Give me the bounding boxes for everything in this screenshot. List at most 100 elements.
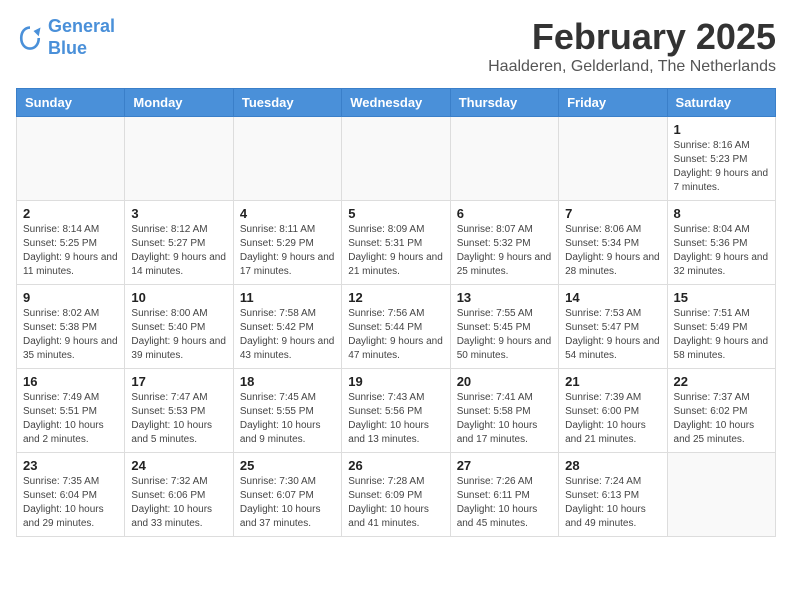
day-info: Sunrise: 7:37 AM Sunset: 6:02 PM Dayligh… — [674, 391, 769, 447]
logo-line2: Blue — [48, 38, 115, 60]
calendar-cell: 20 Sunrise: 7:41 AM Sunset: 5:58 PM Dayli… — [450, 369, 558, 453]
day-number: 11 — [240, 290, 335, 305]
day-number: 23 — [23, 458, 118, 473]
day-number: 4 — [240, 206, 335, 221]
day-number: 22 — [674, 374, 769, 389]
day-number: 5 — [348, 206, 443, 221]
day-number: 28 — [565, 458, 660, 473]
calendar-cell: 7 Sunrise: 8:06 AM Sunset: 5:34 PM Daylig… — [559, 201, 667, 285]
day-number: 10 — [131, 290, 226, 305]
calendar-cell: 5 Sunrise: 8:09 AM Sunset: 5:31 PM Daylig… — [342, 201, 450, 285]
logo: General Blue — [16, 16, 115, 59]
calendar-cell: 19 Sunrise: 7:43 AM Sunset: 5:56 PM Dayli… — [342, 369, 450, 453]
day-info: Sunrise: 7:53 AM Sunset: 5:47 PM Dayligh… — [565, 307, 660, 363]
day-info: Sunrise: 8:07 AM Sunset: 5:32 PM Dayligh… — [457, 223, 552, 279]
month-title: February 2025 — [488, 16, 776, 58]
calendar-cell: 22 Sunrise: 7:37 AM Sunset: 6:02 PM Dayli… — [667, 369, 775, 453]
weekday-header-saturday: Saturday — [667, 89, 775, 117]
day-info: Sunrise: 7:30 AM Sunset: 6:07 PM Dayligh… — [240, 475, 335, 531]
day-number: 18 — [240, 374, 335, 389]
title-block: February 2025 Haalderen, Gelderland, The… — [488, 16, 776, 76]
calendar-cell: 13 Sunrise: 7:55 AM Sunset: 5:45 PM Dayli… — [450, 285, 558, 369]
day-number: 16 — [23, 374, 118, 389]
calendar-cell — [559, 117, 667, 201]
day-info: Sunrise: 7:49 AM Sunset: 5:51 PM Dayligh… — [23, 391, 118, 447]
calendar-row-3: 9 Sunrise: 8:02 AM Sunset: 5:38 PM Daylig… — [17, 285, 776, 369]
calendar-cell: 23 Sunrise: 7:35 AM Sunset: 6:04 PM Dayli… — [17, 453, 125, 537]
calendar-cell: 18 Sunrise: 7:45 AM Sunset: 5:55 PM Dayli… — [233, 369, 341, 453]
day-number: 9 — [23, 290, 118, 305]
day-number: 20 — [457, 374, 552, 389]
day-info: Sunrise: 7:43 AM Sunset: 5:56 PM Dayligh… — [348, 391, 443, 447]
weekday-header-tuesday: Tuesday — [233, 89, 341, 117]
day-info: Sunrise: 7:58 AM Sunset: 5:42 PM Dayligh… — [240, 307, 335, 363]
calendar-cell — [450, 117, 558, 201]
day-number: 2 — [23, 206, 118, 221]
calendar-row-2: 2 Sunrise: 8:14 AM Sunset: 5:25 PM Daylig… — [17, 201, 776, 285]
calendar-cell: 11 Sunrise: 7:58 AM Sunset: 5:42 PM Dayli… — [233, 285, 341, 369]
day-info: Sunrise: 8:04 AM Sunset: 5:36 PM Dayligh… — [674, 223, 769, 279]
calendar-cell: 3 Sunrise: 8:12 AM Sunset: 5:27 PM Daylig… — [125, 201, 233, 285]
day-info: Sunrise: 8:06 AM Sunset: 5:34 PM Dayligh… — [565, 223, 660, 279]
calendar-cell: 9 Sunrise: 8:02 AM Sunset: 5:38 PM Daylig… — [17, 285, 125, 369]
weekday-header-thursday: Thursday — [450, 89, 558, 117]
day-number: 26 — [348, 458, 443, 473]
calendar-cell: 2 Sunrise: 8:14 AM Sunset: 5:25 PM Daylig… — [17, 201, 125, 285]
day-info: Sunrise: 7:56 AM Sunset: 5:44 PM Dayligh… — [348, 307, 443, 363]
calendar-cell: 6 Sunrise: 8:07 AM Sunset: 5:32 PM Daylig… — [450, 201, 558, 285]
calendar-cell: 10Sunrise: 8:00 AM Sunset: 5:40 PM Dayli… — [125, 285, 233, 369]
day-info: Sunrise: 7:32 AM Sunset: 6:06 PM Dayligh… — [131, 475, 226, 531]
weekday-header-friday: Friday — [559, 89, 667, 117]
day-info: Sunrise: 7:35 AM Sunset: 6:04 PM Dayligh… — [23, 475, 118, 531]
calendar-row-4: 16 Sunrise: 7:49 AM Sunset: 5:51 PM Dayli… — [17, 369, 776, 453]
weekday-header-wednesday: Wednesday — [342, 89, 450, 117]
day-info: Sunrise: 7:39 AM Sunset: 6:00 PM Dayligh… — [565, 391, 660, 447]
day-info: Sunrise: 8:11 AM Sunset: 5:29 PM Dayligh… — [240, 223, 335, 279]
day-number: 24 — [131, 458, 226, 473]
day-number: 17 — [131, 374, 226, 389]
day-number: 3 — [131, 206, 226, 221]
day-number: 7 — [565, 206, 660, 221]
calendar-cell: 25 Sunrise: 7:30 AM Sunset: 6:07 PM Dayli… — [233, 453, 341, 537]
day-info: Sunrise: 8:16 AM Sunset: 5:23 PM Dayligh… — [674, 139, 769, 195]
day-info: Sunrise: 7:47 AM Sunset: 5:53 PM Dayligh… — [131, 391, 226, 447]
calendar: SundayMondayTuesdayWednesdayThursdayFrid… — [16, 88, 776, 537]
day-info: Sunrise: 7:45 AM Sunset: 5:55 PM Dayligh… — [240, 391, 335, 447]
calendar-cell: 27Sunrise: 7:26 AM Sunset: 6:11 PM Dayli… — [450, 453, 558, 537]
day-number: 8 — [674, 206, 769, 221]
calendar-cell — [17, 117, 125, 201]
calendar-cell: 26 Sunrise: 7:28 AM Sunset: 6:09 PM Dayli… — [342, 453, 450, 537]
day-number: 21 — [565, 374, 660, 389]
day-info: Sunrise: 8:12 AM Sunset: 5:27 PM Dayligh… — [131, 223, 226, 279]
day-number: 25 — [240, 458, 335, 473]
calendar-cell — [233, 117, 341, 201]
day-number: 13 — [457, 290, 552, 305]
weekday-header-sunday: Sunday — [17, 89, 125, 117]
day-number: 15 — [674, 290, 769, 305]
day-number: 12 — [348, 290, 443, 305]
day-number: 6 — [457, 206, 552, 221]
day-info: Sunrise: 8:09 AM Sunset: 5:31 PM Dayligh… — [348, 223, 443, 279]
calendar-cell — [125, 117, 233, 201]
calendar-cell: 4 Sunrise: 8:11 AM Sunset: 5:29 PM Daylig… — [233, 201, 341, 285]
weekday-header-monday: Monday — [125, 89, 233, 117]
calendar-cell: 15Sunrise: 7:51 AM Sunset: 5:49 PM Dayli… — [667, 285, 775, 369]
calendar-cell: 12 Sunrise: 7:56 AM Sunset: 5:44 PM Dayli… — [342, 285, 450, 369]
day-info: Sunrise: 7:41 AM Sunset: 5:58 PM Dayligh… — [457, 391, 552, 447]
calendar-cell: 24 Sunrise: 7:32 AM Sunset: 6:06 PM Dayli… — [125, 453, 233, 537]
day-info: Sunrise: 7:28 AM Sunset: 6:09 PM Dayligh… — [348, 475, 443, 531]
day-info: Sunrise: 7:55 AM Sunset: 5:45 PM Dayligh… — [457, 307, 552, 363]
day-number: 19 — [348, 374, 443, 389]
calendar-cell: 16 Sunrise: 7:49 AM Sunset: 5:51 PM Dayli… — [17, 369, 125, 453]
calendar-cell: 8 Sunrise: 8:04 AM Sunset: 5:36 PM Daylig… — [667, 201, 775, 285]
page-header: General Blue February 2025 Haalderen, Ge… — [16, 16, 776, 76]
location: Haalderen, Gelderland, The Netherlands — [488, 58, 776, 76]
day-number: 14 — [565, 290, 660, 305]
calendar-cell: 28 Sunrise: 7:24 AM Sunset: 6:13 PM Dayli… — [559, 453, 667, 537]
day-info: Sunrise: 8:14 AM Sunset: 5:25 PM Dayligh… — [23, 223, 118, 279]
day-info: Sunrise: 7:24 AM Sunset: 6:13 PM Dayligh… — [565, 475, 660, 531]
calendar-cell — [342, 117, 450, 201]
calendar-header: SundayMondayTuesdayWednesdayThursdayFrid… — [17, 89, 776, 117]
day-info: Sunrise: 8:02 AM Sunset: 5:38 PM Dayligh… — [23, 307, 118, 363]
calendar-cell: 14 Sunrise: 7:53 AM Sunset: 5:47 PM Dayli… — [559, 285, 667, 369]
